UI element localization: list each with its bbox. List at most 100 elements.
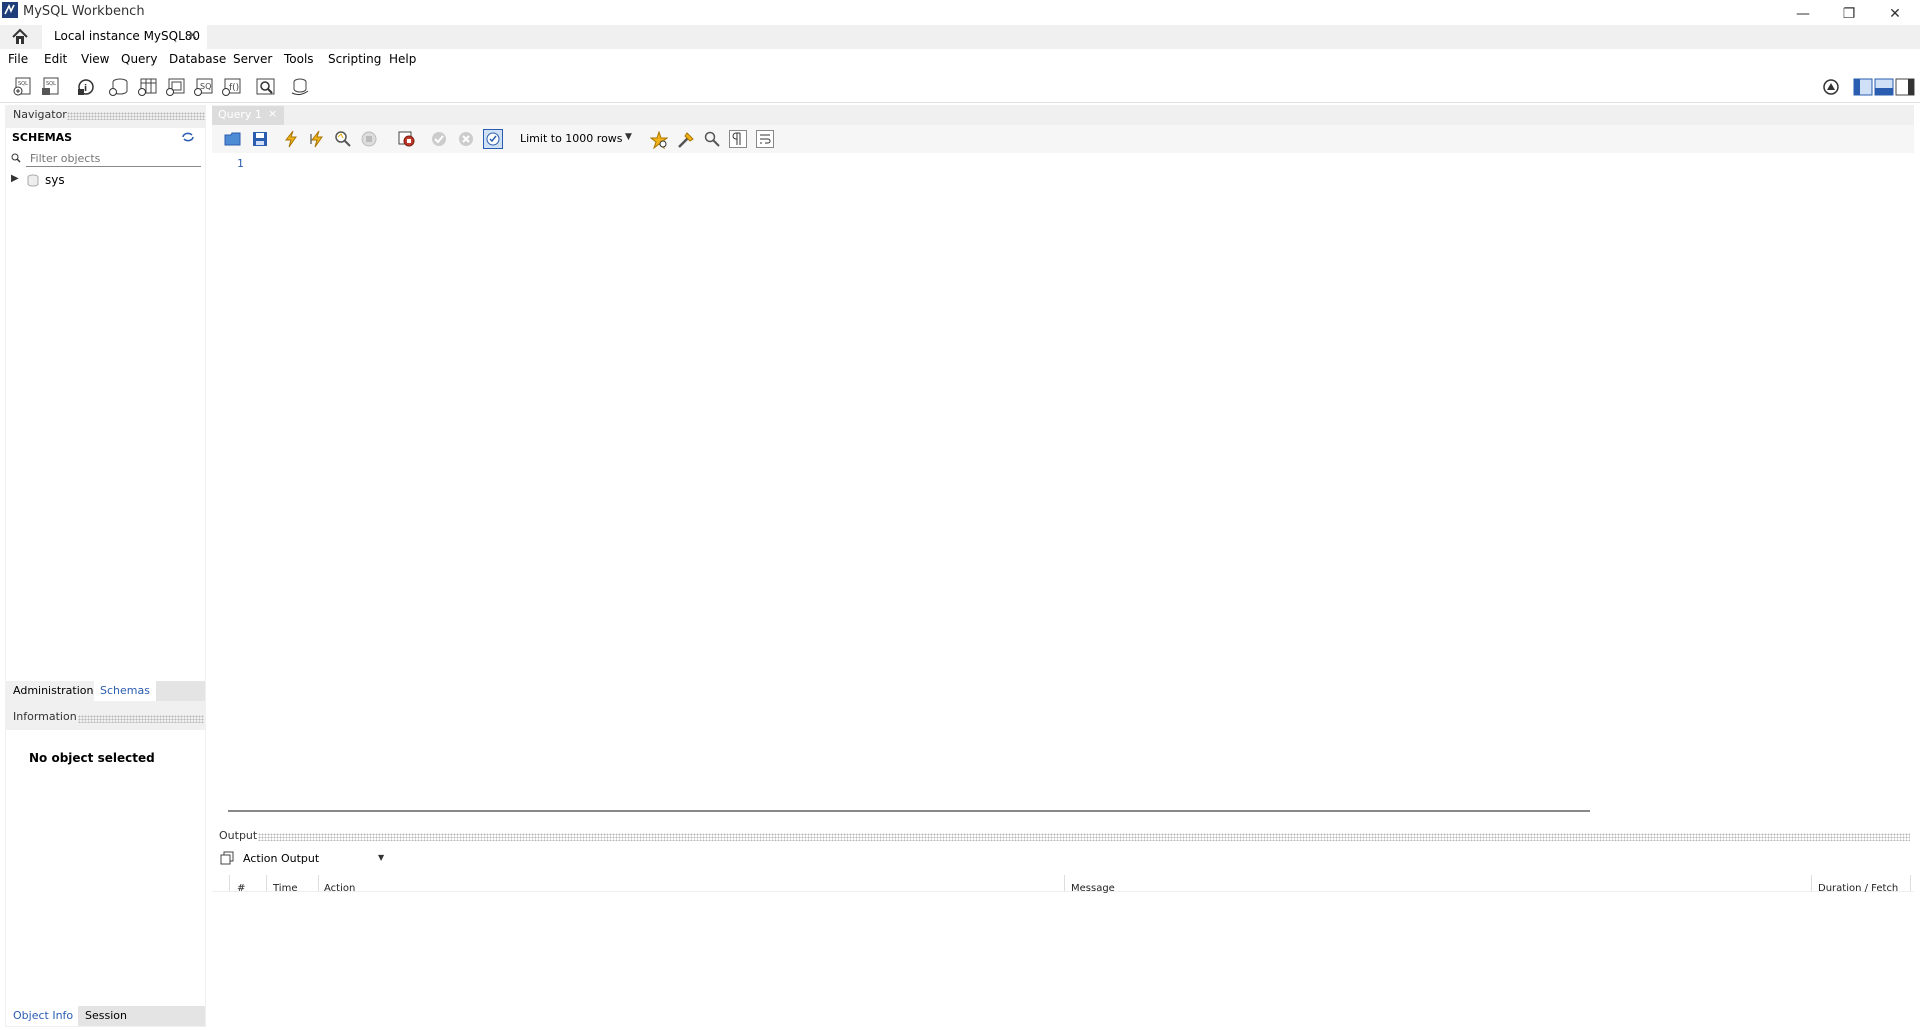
view-toggle-icon[interactable] bbox=[1822, 78, 1840, 96]
schemas-title: SCHEMAS bbox=[12, 131, 73, 144]
schema-inspector-icon[interactable]: i bbox=[76, 77, 96, 97]
create-view-icon[interactable] bbox=[165, 77, 187, 97]
copy-output-icon[interactable] bbox=[220, 851, 234, 865]
beautify-icon[interactable] bbox=[677, 131, 695, 149]
column-header-time[interactable]: Time bbox=[273, 883, 297, 894]
tab-filler bbox=[156, 681, 205, 701]
connection-tab-label: Local instance MySQL80 bbox=[54, 29, 201, 43]
tab-object-info[interactable]: Object Info bbox=[6, 1006, 78, 1026]
commit-icon[interactable] bbox=[431, 131, 447, 147]
information-header: Information bbox=[13, 710, 77, 723]
menu-tools[interactable]: Tools bbox=[284, 52, 314, 66]
expand-arrow-icon[interactable]: ▶ bbox=[11, 173, 19, 184]
column-header-duration[interactable]: Duration / Fetch bbox=[1818, 883, 1898, 894]
sql-editor-textarea[interactable] bbox=[256, 153, 1906, 793]
svg-text:SQL: SQL bbox=[46, 81, 56, 87]
close-tab-icon[interactable]: × bbox=[187, 28, 198, 43]
query-tab[interactable]: Query 1 × bbox=[212, 106, 284, 125]
connection-tab-strip bbox=[0, 25, 1920, 49]
new-sql-tab-icon[interactable]: SQL bbox=[12, 77, 34, 97]
toggle-output-icon[interactable] bbox=[1874, 78, 1894, 96]
main-toolbar: SQL SQL i SQ f() bbox=[0, 71, 1920, 103]
column-header-action[interactable]: Action bbox=[324, 883, 355, 894]
menu-server[interactable]: Server bbox=[233, 52, 272, 66]
menu-edit[interactable]: Edit bbox=[44, 52, 67, 66]
tab-session[interactable]: Session bbox=[78, 1006, 205, 1026]
restore-button[interactable]: ❐ bbox=[1826, 0, 1872, 28]
column-separator bbox=[318, 875, 319, 891]
filter-search-icon bbox=[11, 153, 21, 163]
output-type-select[interactable]: Action Output bbox=[243, 852, 319, 865]
app-title: MySQL Workbench bbox=[23, 4, 145, 19]
limit-dropdown-icon[interactable]: ▼ bbox=[625, 132, 632, 142]
column-header-message[interactable]: Message bbox=[1071, 883, 1115, 894]
toggle-sidebar-icon[interactable] bbox=[1853, 78, 1873, 96]
close-query-tab-icon[interactable]: × bbox=[268, 107, 277, 120]
column-header-number[interactable]: # bbox=[237, 883, 245, 894]
minimize-button[interactable]: — bbox=[1780, 0, 1826, 28]
menu-query[interactable]: Query bbox=[121, 52, 157, 66]
column-separator bbox=[1811, 875, 1812, 891]
menu-help[interactable]: Help bbox=[389, 52, 416, 66]
schemas-panel: SCHEMAS ▶ sys bbox=[6, 128, 205, 681]
column-separator bbox=[229, 875, 230, 891]
word-wrap-icon[interactable] bbox=[756, 130, 774, 148]
find-icon[interactable] bbox=[704, 131, 720, 147]
output-panel: Action Output ▼ bbox=[212, 845, 1914, 1027]
refresh-schemas-icon[interactable] bbox=[182, 132, 194, 142]
navigator-header-grip bbox=[67, 112, 205, 120]
schema-tree-item-sys[interactable]: ▶ sys bbox=[6, 172, 205, 190]
execute-all-icon[interactable] bbox=[282, 130, 300, 148]
navigator-tabs: Administration Schemas bbox=[6, 681, 205, 701]
create-table-icon[interactable] bbox=[137, 77, 159, 97]
menu-database[interactable]: Database bbox=[169, 52, 226, 66]
horizontal-scrollbar[interactable] bbox=[228, 810, 1590, 812]
connection-tab[interactable]: Local instance MySQL80 × bbox=[42, 25, 207, 49]
editor-toolbar: Limit to 1000 rows ▼ bbox=[212, 125, 1914, 153]
query-tab-label: Query 1 bbox=[218, 108, 262, 121]
menu-scripting[interactable]: Scripting bbox=[328, 52, 381, 66]
information-header-grip bbox=[78, 715, 204, 723]
tab-administration[interactable]: Administration bbox=[6, 681, 94, 701]
search-table-data-icon[interactable] bbox=[255, 77, 277, 97]
filter-objects-input[interactable] bbox=[26, 150, 201, 167]
database-icon bbox=[27, 174, 39, 187]
column-separator bbox=[1064, 875, 1065, 891]
execute-current-icon[interactable] bbox=[308, 130, 326, 148]
svg-text:SQ: SQ bbox=[200, 82, 211, 91]
menu-view[interactable]: View bbox=[81, 52, 109, 66]
menu-file[interactable]: File bbox=[8, 52, 28, 66]
reconnect-icon[interactable] bbox=[289, 77, 311, 97]
svg-text:f(): f() bbox=[229, 83, 239, 93]
rollback-icon[interactable] bbox=[458, 131, 474, 147]
create-schema-icon[interactable] bbox=[108, 77, 130, 97]
toggle-secondary-sidebar-icon[interactable] bbox=[1895, 78, 1915, 96]
home-icon[interactable] bbox=[11, 28, 29, 45]
tab-schemas[interactable]: Schemas bbox=[94, 681, 156, 701]
output-header-bar: Output bbox=[212, 828, 1914, 844]
output-dropdown-icon[interactable]: ▼ bbox=[378, 853, 384, 862]
autocommit-toggle-icon[interactable] bbox=[483, 129, 503, 149]
open-file-icon[interactable] bbox=[224, 131, 242, 147]
explain-icon[interactable] bbox=[334, 130, 352, 148]
create-function-icon[interactable]: f() bbox=[221, 77, 243, 97]
limit-rows-select[interactable]: Limit to 1000 rows bbox=[520, 132, 623, 145]
save-file-icon[interactable] bbox=[252, 131, 268, 147]
query-tab-bar bbox=[212, 105, 1914, 125]
svg-text:SQL: SQL bbox=[18, 81, 28, 87]
close-window-button[interactable]: ✕ bbox=[1872, 0, 1918, 28]
no-object-message: No object selected bbox=[29, 751, 155, 765]
stop-icon[interactable] bbox=[361, 131, 377, 147]
toggle-continue-on-error-icon[interactable] bbox=[398, 130, 416, 148]
information-tabs: Object Info Session bbox=[6, 1006, 205, 1026]
create-procedure-icon[interactable]: SQ bbox=[193, 77, 215, 97]
invisible-characters-icon[interactable] bbox=[729, 130, 747, 148]
svg-text:i: i bbox=[84, 84, 87, 94]
mysql-workbench-logo-icon bbox=[2, 2, 18, 18]
add-snippet-icon[interactable] bbox=[650, 131, 668, 149]
open-sql-script-icon[interactable]: SQL bbox=[40, 77, 62, 97]
output-header: Output bbox=[219, 829, 258, 842]
output-table-header bbox=[212, 872, 1914, 892]
information-header-bar: Information bbox=[6, 707, 205, 727]
column-separator bbox=[266, 875, 267, 891]
